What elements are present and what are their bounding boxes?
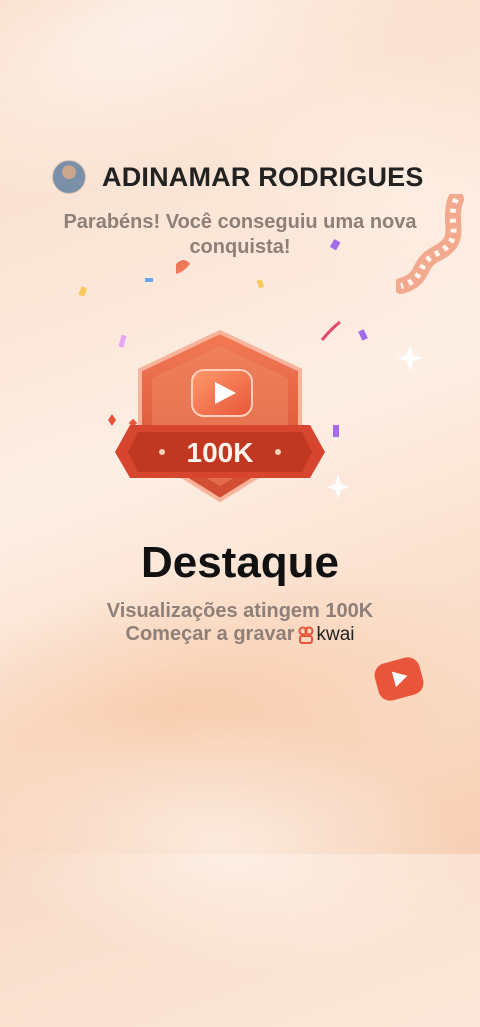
- achievement-title: Destaque: [140, 538, 340, 587]
- kwai-logo: kwai: [298, 623, 355, 646]
- achievement-description: Visualizações atingem 100K: [106, 600, 374, 622]
- record-prompt: Começar a gravar kwai: [0, 623, 480, 646]
- badge-100k-icon: 100K: [115, 330, 325, 503]
- play-icon: [374, 657, 424, 701]
- record-prompt-text: Começar a gravar: [125, 623, 295, 645]
- kwai-logo-text: kwai: [316, 623, 355, 645]
- kwai-logo-icon: [298, 626, 314, 644]
- badge-label: 100K: [187, 437, 254, 468]
